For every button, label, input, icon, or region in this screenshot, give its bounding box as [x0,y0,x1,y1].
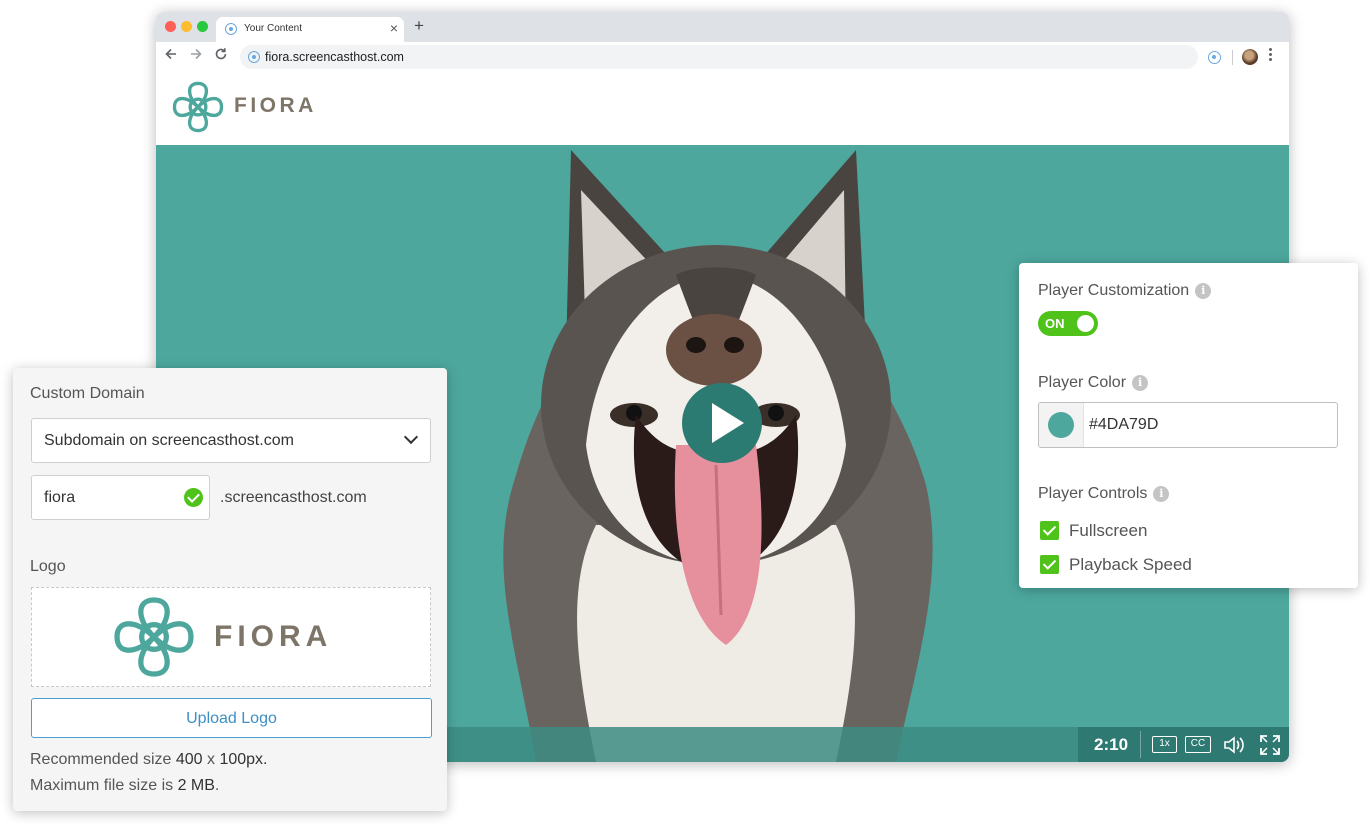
player-color-heading: Player Color i [1038,374,1149,392]
player-color-input[interactable]: #4DA79D [1038,402,1338,448]
rec-width: 400 [175,751,203,768]
playback-speed-label: Playback Speed [1069,555,1192,574]
rec-height: 100px. [219,751,268,768]
menu-kebab-icon[interactable] [1269,48,1275,63]
rec-times: x [202,751,220,768]
subdomain-value: fiora [44,489,76,506]
volume-icon[interactable] [1223,735,1247,755]
controls-divider [1140,731,1141,758]
toggle-label: ON [1045,316,1065,331]
logo-wordmark: FIORA [214,620,333,653]
url-text[interactable]: fiora.screencasthost.com [265,50,404,64]
player-controls-group: 2:10 1x CC [1078,727,1289,762]
site-header: FIORA [156,72,1289,145]
tab-close-icon[interactable]: × [390,20,398,36]
custom-domain-label: Custom Domain [30,385,145,402]
upload-logo-button[interactable]: Upload Logo [31,698,432,738]
domain-type-select[interactable]: Subdomain on screencasthost.com [31,418,431,463]
color-value: #4DA79D [1089,416,1159,433]
checkbox-checked-icon[interactable] [1040,521,1059,540]
checkbox-checked-icon[interactable] [1040,555,1059,574]
navigation-bar: fiora.screencasthost.com [156,42,1289,72]
max-file-size-hint: Maximum file size is 2 MB. [30,777,219,795]
fullscreen-label: Fullscreen [1069,521,1148,540]
fiora-logo-mark [114,597,194,677]
max-prefix: Maximum file size is [30,777,178,794]
logo-preview[interactable]: FIORA [31,587,431,687]
domain-suffix: .screencasthost.com [220,489,367,506]
tab-bar: Your Content × + [156,12,1289,42]
color-swatch [1048,412,1074,438]
player-customization-panel: Player Customization i ON Player Color i #… [1019,263,1358,588]
profile-avatar[interactable] [1242,49,1258,65]
minimize-window-button[interactable] [181,21,192,32]
tab-your-content[interactable]: Your Content × [216,17,404,42]
close-window-button[interactable] [165,21,176,32]
forward-arrow-icon[interactable] [189,47,203,64]
reload-icon[interactable] [214,47,228,64]
extension-icon[interactable] [1208,51,1221,64]
check-circle-icon [184,488,203,507]
domain-type-value: Subdomain on screencasthost.com [44,432,294,449]
play-icon[interactable] [682,383,762,463]
new-tab-button[interactable]: + [414,16,424,36]
site-favicon-icon [248,51,260,63]
player-controls-label: Player Controls [1038,485,1148,502]
time-display: 2:10 [1094,735,1129,754]
max-suffix: . [214,777,220,794]
toggle-knob [1077,315,1094,332]
logo-label: Logo [30,558,66,575]
fiora-logo-mark [172,81,224,133]
custom-domain-panel: Custom Domain Subdomain on screencasthos… [13,368,447,811]
maximize-window-button[interactable] [197,21,208,32]
back-arrow-icon[interactable] [164,47,178,64]
playback-speed-button[interactable]: 1x [1152,736,1177,753]
player-customization-heading: Player Customization i [1038,282,1212,300]
tab-title: Your Content [244,23,303,34]
captions-button[interactable]: CC [1185,736,1211,753]
player-color-label: Player Color [1038,374,1127,391]
site-brand[interactable]: FIORA [234,94,317,118]
rec-prefix: Recommended size [30,751,176,768]
fullscreen-icon[interactable] [1259,734,1281,756]
info-icon[interactable]: i [1153,486,1170,502]
toolbar-divider [1232,50,1233,65]
address-bar[interactable]: fiora.screencasthost.com [240,45,1198,69]
info-icon[interactable]: i [1195,283,1212,299]
subdomain-input[interactable]: fiora [31,475,210,520]
color-swatch-button[interactable] [1039,403,1084,447]
player-customization-label: Player Customization [1038,282,1190,299]
recommended-size-hint: Recommended size 400 x 100px. [30,751,267,769]
player-controls-heading: Player Controls i [1038,485,1170,503]
site-favicon-icon [225,23,237,35]
max-size: 2 MB [177,777,215,794]
info-icon[interactable]: i [1132,375,1149,391]
chevron-down-icon [403,429,419,445]
player-customization-toggle[interactable]: ON [1038,311,1098,336]
